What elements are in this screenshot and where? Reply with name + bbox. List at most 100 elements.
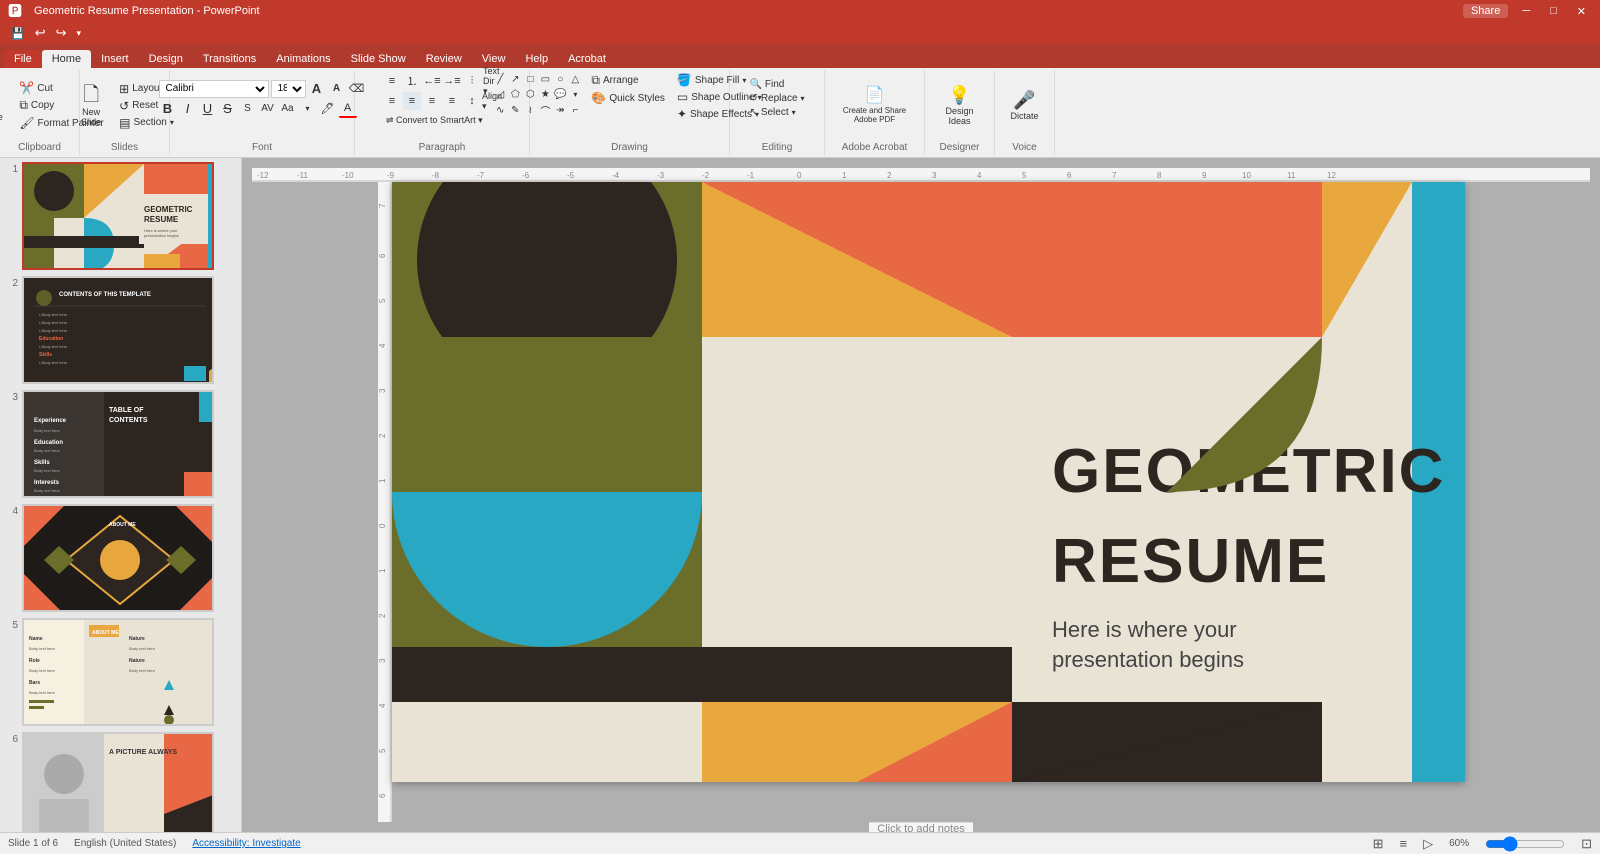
close-button[interactable]: ✕ bbox=[1571, 5, 1592, 18]
decrease-indent-button[interactable]: ←≡ bbox=[423, 72, 441, 90]
arrange-button[interactable]: ⧉ Arrange bbox=[587, 72, 669, 89]
svg-text:-8: -8 bbox=[432, 171, 440, 180]
find-button[interactable]: 🔍 Find bbox=[745, 78, 808, 91]
line-spacing-button[interactable]: ↕ bbox=[463, 92, 481, 110]
svg-text:4: 4 bbox=[977, 171, 982, 180]
svg-text:presentation begins: presentation begins bbox=[1052, 647, 1244, 672]
quick-styles-button[interactable]: 🎨 Quick Styles bbox=[587, 90, 669, 106]
justify-button[interactable]: ≡ bbox=[443, 92, 461, 110]
svg-text:0: 0 bbox=[797, 171, 802, 180]
new-slide-button[interactable]: 🗋 NewSlide bbox=[71, 83, 111, 129]
increase-font-button[interactable]: A bbox=[308, 80, 326, 98]
shape-oval[interactable]: ○ bbox=[553, 72, 567, 86]
svg-text:Body text here: Body text here bbox=[34, 488, 61, 493]
shape-pentagon[interactable]: ⬠ bbox=[508, 87, 522, 101]
font-case-dropdown[interactable]: ▾ bbox=[299, 100, 317, 118]
voice-group: 🎤 Dictate Voice bbox=[995, 70, 1055, 155]
view-slideshow[interactable]: ▷ bbox=[1423, 836, 1433, 852]
connector-tool[interactable]: ⌒ bbox=[538, 103, 552, 117]
slide-preview-6: A PICTURE ALWAYS bbox=[22, 732, 214, 832]
strikethrough-button[interactable]: S bbox=[219, 100, 237, 118]
shape-triangle[interactable]: △ bbox=[568, 72, 582, 86]
tab-acrobat[interactable]: Acrobat bbox=[558, 50, 616, 68]
freeform-tool[interactable]: ✎ bbox=[508, 103, 522, 117]
qat-save[interactable]: 💾 bbox=[8, 26, 28, 41]
tab-home[interactable]: Home bbox=[42, 50, 91, 68]
font-color-button[interactable]: A bbox=[339, 100, 357, 118]
bullets-button[interactable]: ≡ bbox=[383, 72, 401, 90]
svg-text:-2: -2 bbox=[702, 171, 710, 180]
shapes-more[interactable]: ▾ bbox=[568, 87, 582, 101]
shape-arrow[interactable]: ↗ bbox=[508, 72, 522, 86]
shape-line[interactable]: ╱ bbox=[493, 72, 507, 86]
svg-text:Interests: Interests bbox=[34, 480, 60, 486]
designer-group: 💡 DesignIdeas Designer bbox=[925, 70, 995, 155]
slide-thumb-4[interactable]: 4 ABOUT ME bbox=[4, 504, 237, 612]
tab-design[interactable]: Design bbox=[139, 50, 193, 68]
create-share-pdf-button[interactable]: 📄 Create and ShareAdobe PDF bbox=[839, 86, 910, 126]
tab-transitions[interactable]: Transitions bbox=[193, 50, 266, 68]
notes-area[interactable]: Click to add notes bbox=[869, 822, 972, 832]
select-button[interactable]: ↖ Select ▾ bbox=[745, 106, 808, 119]
elbow-connector[interactable]: ⌐ bbox=[568, 103, 582, 117]
slide-thumb-1[interactable]: 1 bbox=[4, 162, 237, 270]
highlight-button[interactable]: 🖊 bbox=[319, 100, 337, 118]
arrow-connector[interactable]: ↠ bbox=[553, 103, 567, 117]
qat-redo[interactable]: ↪ bbox=[53, 24, 70, 42]
slide-canvas[interactable]: GEOMETRIC RESUME Here is where your pres… bbox=[392, 182, 1465, 782]
tab-file[interactable]: File bbox=[4, 50, 42, 68]
svg-text:Body text here: Body text here bbox=[34, 468, 61, 473]
maximize-button[interactable]: □ bbox=[1544, 5, 1563, 17]
char-spacing-button[interactable]: AV bbox=[259, 100, 277, 118]
numbering-button[interactable]: ⒈ bbox=[403, 72, 421, 90]
tab-help[interactable]: Help bbox=[515, 50, 558, 68]
paste-button[interactable]: 📋 Paste bbox=[0, 88, 11, 124]
share-button[interactable]: Share bbox=[1463, 4, 1508, 18]
convert-smartart-button[interactable]: ⇌ Convert to SmartArt ▾ bbox=[383, 114, 486, 127]
design-ideas-button[interactable]: 💡 DesignIdeas bbox=[940, 84, 980, 128]
svg-text:Skills: Skills bbox=[39, 352, 52, 358]
shape-callout[interactable]: 💬 bbox=[553, 87, 567, 101]
align-right-button[interactable]: ≡ bbox=[423, 92, 441, 110]
accessibility-info[interactable]: Accessibility: Investigate bbox=[192, 838, 300, 849]
zoom-fit[interactable]: ⊡ bbox=[1581, 836, 1592, 852]
notes-hint: Click to add notes bbox=[877, 823, 964, 832]
minimize-button[interactable]: ─ bbox=[1516, 5, 1536, 17]
tab-animations[interactable]: Animations bbox=[266, 50, 340, 68]
slide-thumb-2[interactable]: 2 CONTENTS OF THIS TEMPLATE • Body text … bbox=[4, 276, 237, 384]
shape-rounded-rect[interactable]: ▭ bbox=[538, 72, 552, 86]
font-group: Calibri 18 A A ⌫ B I U S S AV Aa bbox=[170, 70, 355, 155]
slide-thumb-5[interactable]: 5 ABOUT ME Name Body text here Role Body… bbox=[4, 618, 237, 726]
increase-indent-button[interactable]: →≡ bbox=[443, 72, 461, 90]
italic-button[interactable]: I bbox=[179, 100, 197, 118]
slide-thumb-3[interactable]: 3 TABLE OF CONTENTS Experience Body text… bbox=[4, 390, 237, 498]
underline-button[interactable]: U bbox=[199, 100, 217, 118]
view-normal[interactable]: ⊞ bbox=[1373, 836, 1384, 852]
shape-star[interactable]: ★ bbox=[538, 87, 552, 101]
decrease-font-button[interactable]: A bbox=[328, 80, 346, 98]
dictate-button[interactable]: 🎤 Dictate bbox=[1005, 89, 1045, 123]
shape-rect[interactable]: □ bbox=[523, 72, 537, 86]
align-center-button[interactable]: ≡ bbox=[403, 92, 421, 110]
align-left-button[interactable]: ≡ bbox=[383, 92, 401, 110]
qat-customize[interactable]: ▾ bbox=[74, 27, 85, 40]
qat-undo[interactable]: ↩ bbox=[32, 24, 49, 42]
shape-rtriangle[interactable]: ◿ bbox=[493, 87, 507, 101]
slide-thumb-6[interactable]: 6 A PICTURE ALWAYS bbox=[4, 732, 237, 832]
replace-button[interactable]: ↺ Replace ▾ bbox=[745, 92, 808, 105]
zoom-slider[interactable] bbox=[1485, 837, 1565, 851]
columns-button[interactable]: ⫶ bbox=[463, 72, 481, 90]
scribble-tool[interactable]: ≀ bbox=[523, 103, 537, 117]
view-outline[interactable]: ≡ bbox=[1399, 836, 1407, 851]
tab-slideshow[interactable]: Slide Show bbox=[341, 50, 416, 68]
tab-review[interactable]: Review bbox=[416, 50, 472, 68]
curve-tool[interactable]: ∿ bbox=[493, 103, 507, 117]
tab-insert[interactable]: Insert bbox=[91, 50, 139, 68]
svg-text:4: 4 bbox=[378, 343, 387, 348]
shadow-button[interactable]: S bbox=[239, 100, 257, 118]
bold-button[interactable]: B bbox=[159, 100, 177, 118]
font-case-button[interactable]: Aa bbox=[279, 100, 297, 118]
font-size-select[interactable]: 18 bbox=[271, 80, 306, 98]
font-name-select[interactable]: Calibri bbox=[159, 80, 269, 98]
shape-hex[interactable]: ⬡ bbox=[523, 87, 537, 101]
